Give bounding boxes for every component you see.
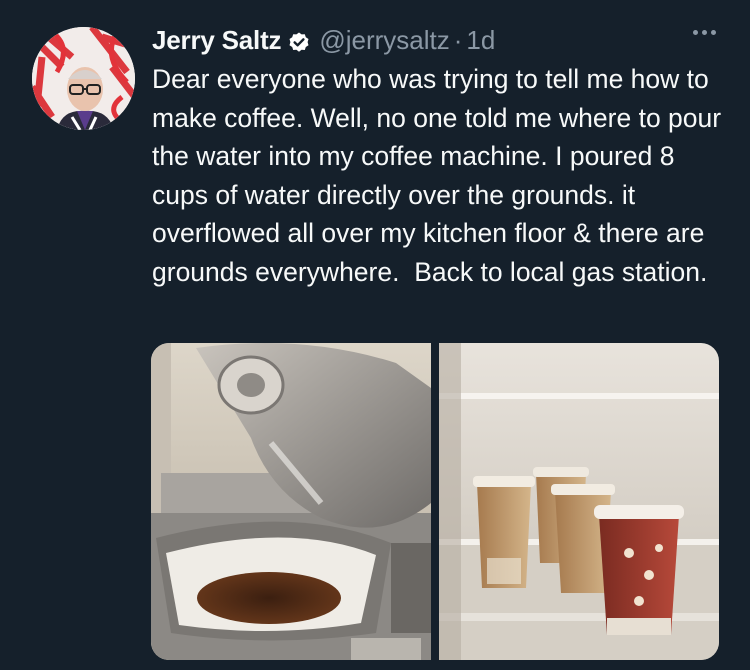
more-dot: [702, 30, 707, 35]
more-options-icon[interactable]: [693, 30, 716, 35]
verified-badge-icon: [287, 28, 311, 52]
more-dot: [693, 30, 698, 35]
tweet-timestamp[interactable]: 1d: [466, 22, 495, 58]
author-name[interactable]: Jerry Saltz: [152, 22, 282, 58]
avatar-image: [32, 27, 135, 130]
tweet-header: Jerry Saltz @jerrysaltz · 1d: [152, 22, 495, 58]
media-grid: [151, 343, 719, 660]
author-handle[interactable]: @jerrysaltz: [319, 22, 449, 58]
photo-coffee-machine[interactable]: [151, 343, 431, 660]
more-dot: [711, 30, 716, 35]
tweet-text: Dear everyone who was trying to tell me …: [152, 64, 729, 287]
tweet[interactable]: Jerry Saltz @jerrysaltz · 1d Dear everyo…: [0, 0, 750, 670]
separator-dot: ·: [453, 25, 463, 55]
photo-coffee-cups[interactable]: [439, 343, 719, 660]
avatar[interactable]: [32, 27, 135, 130]
